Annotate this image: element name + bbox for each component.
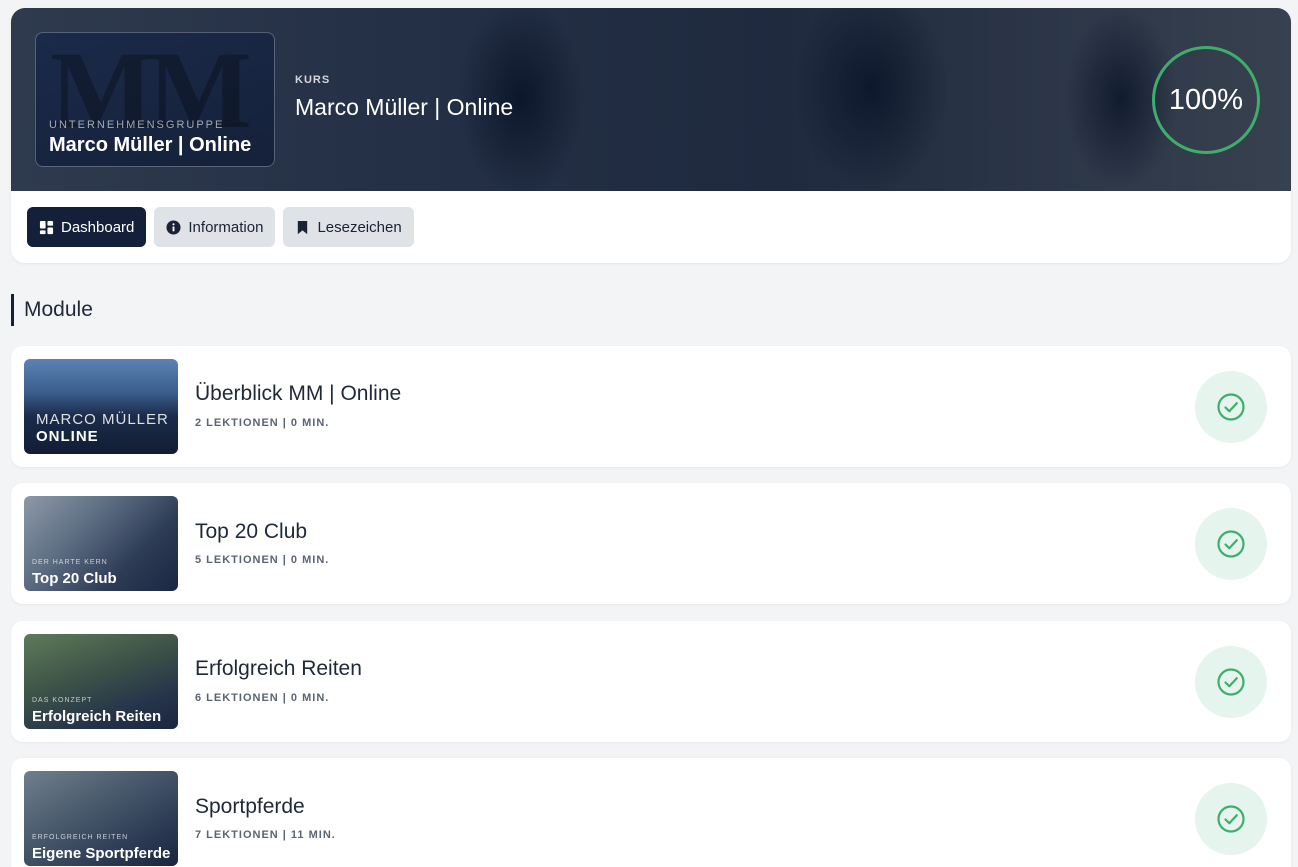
module-thumbnail: DAS KONZEPT Erfolgreich Reiten [24,634,178,729]
tab-label: Information [188,218,264,236]
course-tabs: Dashboard Information Lesezeichen [27,207,414,247]
tab-label: Dashboard [61,218,135,236]
tab-dashboard[interactable]: Dashboard [27,207,147,247]
module-card-top20[interactable]: DER HARTE KERN Top 20 Club Top 20 Club 5… [11,483,1291,604]
completed-status [1195,508,1267,580]
module-thumbnail: ERFOLGREICH REITEN Eigene Sportpferde [24,771,178,866]
course-hero-banner: MM UNTERNEHMENSGRUPPE Marco Müller | Onl… [11,8,1291,191]
tab-bookmarks[interactable]: Lesezeichen [283,207,414,247]
module-title: Top 20 Club [195,520,308,543]
completed-status [1195,371,1267,443]
course-logo: MM UNTERNEHMENSGRUPPE Marco Müller | Onl… [35,32,275,167]
thumbnail-title: ONLINE [36,428,99,445]
thumbnail-subtitle: ERFOLGREICH REITEN [32,834,129,841]
module-thumbnail: MARCO MÜLLER ONLINE [24,359,178,454]
thumbnail-title: Eigene Sportpferde [32,845,171,862]
thumbnail-subtitle: DAS KONZEPT [32,697,93,704]
module-title: Sportpferde [195,795,305,818]
course-header-card: MM UNTERNEHMENSGRUPPE Marco Müller | Onl… [11,8,1291,263]
tab-information[interactable]: Information [154,207,276,247]
thumbnail-subtitle: DER HARTE KERN [32,559,108,566]
thumbnail-title: Erfolgreich Reiten [32,708,162,725]
dashboard-icon [39,220,54,235]
completed-status [1195,646,1267,718]
course-kicker: KURS [295,74,331,86]
thumbnail-subtitle: MARCO MÜLLER [36,411,169,428]
module-meta: 2 LEKTIONEN | 0 MIN. [195,417,330,429]
check-circle-icon [1216,392,1246,422]
module-thumbnail: DER HARTE KERN Top 20 Club [24,496,178,591]
completed-status [1195,783,1267,855]
module-card-overview[interactable]: MARCO MÜLLER ONLINE Überblick MM | Onlin… [11,346,1291,467]
modules-section-title: Module [11,294,93,326]
bookmark-icon [295,220,310,235]
course-title: Marco Müller | Online [295,94,514,120]
logo-name: Marco Müller | Online [49,134,252,156]
tab-label: Lesezeichen [317,218,402,236]
module-meta: 7 LEKTIONEN | 11 MIN. [195,829,336,841]
check-circle-icon [1216,529,1246,559]
progress-value: 100% [1168,83,1244,116]
module-card-sporthorses[interactable]: ERFOLGREICH REITEN Eigene Sportpferde Sp… [11,758,1291,867]
info-icon [166,219,181,235]
module-title: Überblick MM | Online [195,382,402,405]
module-title: Erfolgreich Reiten [195,657,362,680]
course-progress-ring: 100% [1152,46,1260,154]
module-meta: 5 LEKTIONEN | 0 MIN. [195,554,330,566]
module-card-riding[interactable]: DAS KONZEPT Erfolgreich Reiten Erfolgrei… [11,621,1291,742]
check-circle-icon [1216,804,1246,834]
logo-subtitle: UNTERNEHMENSGRUPPE [49,119,225,131]
thumbnail-title: Top 20 Club [32,570,117,587]
check-circle-icon [1216,667,1246,697]
module-meta: 6 LEKTIONEN | 0 MIN. [195,692,330,704]
